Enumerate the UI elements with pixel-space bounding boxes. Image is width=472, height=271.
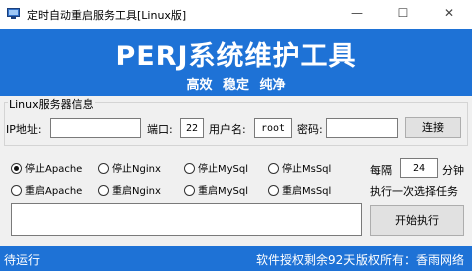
radio-restart-nginx[interactable]: 重启Nginx — [98, 182, 161, 197]
interval-unit-label: 分钟 — [442, 164, 464, 177]
radio-indicator — [11, 185, 22, 196]
window-title: 定时自动重启服务工具[Linux版] — [27, 9, 187, 22]
log-output[interactable] — [11, 203, 362, 236]
radio-indicator — [268, 185, 279, 196]
radio-stop-nginx[interactable]: 停止Nginx — [98, 160, 161, 175]
username-label: 用户名: — [209, 123, 246, 136]
header-banner: PERJ系统维护工具 高效 稳定 纯净 — [0, 29, 472, 96]
banner-subtitle: 高效 稳定 纯净 — [186, 78, 286, 93]
connect-button[interactable]: 连接 — [405, 117, 461, 138]
ip-input[interactable] — [50, 118, 141, 138]
maximize-button[interactable]: ☐ — [380, 0, 426, 29]
username-input[interactable] — [254, 118, 292, 138]
radio-stop-mssql[interactable]: 停止MsSql — [268, 160, 331, 175]
interval-label: 每隔 — [370, 164, 392, 177]
interval-input[interactable] — [400, 158, 438, 178]
port-label: 端口: — [147, 123, 173, 136]
radio-restart-mssql[interactable]: 重启MsSql — [268, 182, 331, 197]
radio-restart-mysql[interactable]: 重启MySql — [184, 182, 248, 197]
radio-indicator — [98, 185, 109, 196]
app-window-icon — [7, 7, 20, 20]
status-bar: 待运行 软件授权剩余92天 版权所有：香雨网络 — [0, 246, 472, 271]
radio-indicator — [11, 163, 22, 174]
schedule-note: 执行一次选择任务 — [370, 185, 458, 198]
minimize-button[interactable]: — — [334, 0, 380, 29]
copyright-text: 版权所有：香雨网络 — [356, 253, 465, 267]
password-input[interactable] — [326, 118, 398, 138]
password-label: 密码: — [297, 123, 323, 136]
radio-indicator — [184, 185, 195, 196]
radio-indicator — [268, 163, 279, 174]
close-button[interactable]: ✕ — [426, 0, 472, 29]
radio-restart-apache[interactable]: 重启Apache — [11, 182, 82, 197]
radio-indicator — [184, 163, 195, 174]
license-remaining: 软件授权剩余92天 — [256, 253, 356, 267]
start-button[interactable]: 开始执行 — [370, 205, 464, 236]
radio-indicator — [98, 163, 109, 174]
radio-stop-apache[interactable]: 停止Apache — [11, 160, 82, 175]
status-state: 待运行 — [4, 253, 41, 267]
port-input[interactable] — [180, 118, 204, 138]
ip-label: IP地址: — [6, 123, 42, 136]
radio-stop-mysql[interactable]: 停止MySql — [184, 160, 248, 175]
banner-title: PERJ系统维护工具 — [115, 41, 357, 72]
window-titlebar[interactable]: 定时自动重启服务工具[Linux版] — ☐ ✕ — [0, 0, 472, 29]
server-info-legend: Linux服务器信息 — [8, 96, 95, 112]
